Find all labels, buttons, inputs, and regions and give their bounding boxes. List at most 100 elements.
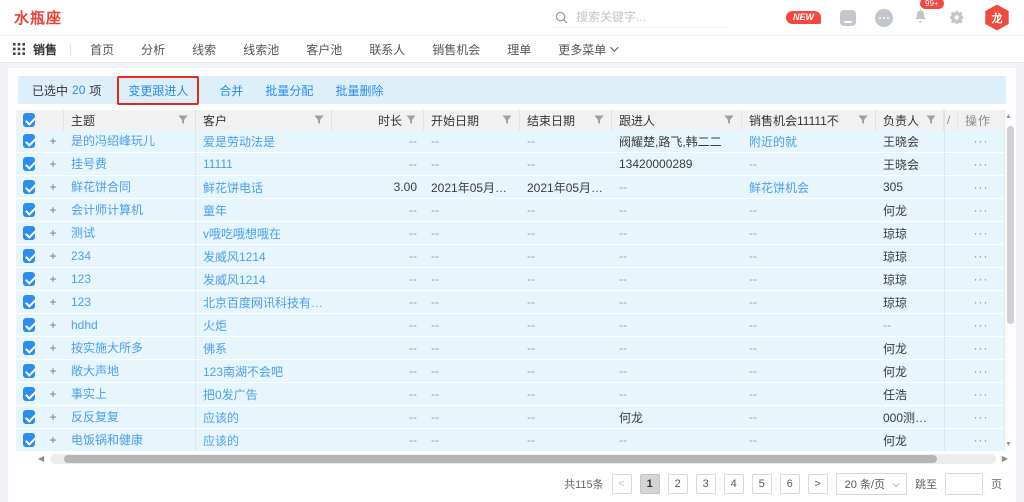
column-header-duration[interactable]: 时长 — [332, 110, 424, 130]
expand-row-button[interactable]: + — [42, 387, 64, 401]
row-checkbox[interactable] — [23, 203, 35, 217]
nav-item-analysis[interactable]: 分析 — [141, 41, 165, 58]
nav-item-more-menu[interactable]: 更多菜单 — [558, 41, 616, 58]
cell-customer-link[interactable]: 北京百度网讯科技有限公司 — [196, 294, 332, 311]
row-checkbox[interactable] — [23, 387, 35, 401]
row-checkbox[interactable] — [23, 295, 35, 309]
row-more-actions-button[interactable]: ··· — [958, 203, 1004, 217]
bulk-delete-button[interactable]: 批量删除 — [335, 82, 383, 99]
nav-item-customer-pool[interactable]: 客户池 — [306, 41, 342, 58]
cell-opportunity[interactable]: -- — [742, 295, 876, 309]
vertical-scroll-thumb[interactable] — [1007, 126, 1014, 324]
cell-subject-link[interactable]: 会计师计算机 — [64, 199, 196, 221]
nav-item-opportunities[interactable]: 销售机会 — [432, 41, 480, 58]
expand-row-button[interactable]: + — [42, 180, 64, 194]
notifications-button[interactable]: 99+ — [912, 7, 929, 29]
column-header-start-date[interactable]: 开始日期 — [424, 110, 520, 130]
cell-customer-link[interactable]: 应该的 — [196, 409, 332, 426]
cell-opportunity[interactable]: -- — [742, 364, 876, 378]
page-button-5[interactable]: 5 — [752, 474, 772, 494]
cell-customer-link[interactable]: 火炬 — [196, 317, 332, 334]
column-header-owner[interactable]: 负责人 — [876, 110, 944, 130]
nav-item-home[interactable]: 首页 — [90, 41, 114, 58]
row-checkbox[interactable] — [23, 272, 35, 286]
change-follower-button[interactable]: 变更跟进人 — [128, 84, 188, 98]
cell-opportunity[interactable]: -- — [742, 249, 876, 263]
row-more-actions-button[interactable]: ··· — [958, 341, 1004, 355]
cell-customer-link[interactable]: 发威风1214 — [196, 248, 332, 265]
global-search[interactable] — [553, 7, 728, 28]
row-more-actions-button[interactable]: ··· — [958, 433, 1004, 447]
column-header-customer[interactable]: 客户 — [196, 110, 332, 130]
row-more-actions-button[interactable]: ··· — [958, 157, 1004, 171]
row-checkbox[interactable] — [23, 364, 35, 378]
expand-row-button[interactable]: + — [42, 364, 64, 378]
expand-row-button[interactable]: + — [42, 249, 64, 263]
expand-row-button[interactable]: + — [42, 134, 64, 148]
cell-customer-link[interactable]: 发威风1214 — [196, 271, 332, 288]
row-checkbox[interactable] — [23, 410, 35, 424]
row-more-actions-button[interactable]: ··· — [958, 295, 1004, 309]
cell-subject-link[interactable]: 事实上 — [64, 383, 196, 405]
expand-row-button[interactable]: + — [42, 341, 64, 355]
horizontal-scrollbar[interactable]: ◀ ▶ — [50, 454, 996, 464]
row-more-actions-button[interactable]: ··· — [958, 364, 1004, 378]
row-more-actions-button[interactable]: ··· — [958, 318, 1004, 332]
row-checkbox[interactable] — [23, 433, 35, 447]
expand-row-button[interactable]: + — [42, 203, 64, 217]
expand-row-button[interactable]: + — [42, 157, 64, 171]
row-more-actions-button[interactable]: ··· — [958, 134, 1004, 148]
cell-opportunity[interactable]: -- — [742, 318, 876, 332]
scroll-up-icon[interactable]: ▲ — [1005, 112, 1008, 122]
notebook-icon[interactable] — [840, 10, 856, 26]
column-header-end-date[interactable]: 结束日期 — [520, 110, 612, 130]
filter-funnel-icon[interactable] — [178, 115, 188, 125]
cell-subject-link[interactable]: 是的冯绍峰玩儿 — [64, 130, 196, 152]
column-header-subject[interactable]: 主题 — [64, 110, 196, 130]
checkbox-checked-icon[interactable] — [23, 113, 35, 127]
page-button-4[interactable]: 4 — [724, 474, 744, 494]
cell-opportunity[interactable]: 附近的就 — [742, 133, 876, 150]
row-more-actions-button[interactable]: ··· — [958, 226, 1004, 240]
scroll-right-icon[interactable]: ▶ — [1002, 454, 1008, 464]
row-checkbox[interactable] — [23, 134, 35, 148]
messages-icon[interactable] — [875, 9, 893, 27]
page-button-3[interactable]: 3 — [696, 474, 716, 494]
cell-subject-link[interactable]: 敞大声地 — [64, 360, 196, 382]
filter-funnel-icon[interactable] — [502, 115, 512, 125]
row-checkbox[interactable] — [23, 226, 35, 240]
cell-opportunity[interactable]: -- — [742, 272, 876, 286]
cell-opportunity[interactable]: -- — [742, 203, 876, 217]
jump-page-input[interactable] — [945, 473, 983, 495]
cell-opportunity[interactable]: -- — [742, 433, 876, 447]
column-header-follower[interactable]: 跟进人 — [612, 110, 742, 130]
cell-customer-link[interactable]: 童年 — [196, 202, 332, 219]
bulk-assign-button[interactable]: 批量分配 — [265, 82, 313, 99]
new-badge[interactable]: NEW — [786, 11, 821, 24]
cell-subject-link[interactable]: 234 — [64, 245, 196, 267]
cell-customer-link[interactable]: 把0发广告 — [196, 386, 332, 403]
cell-subject-link[interactable]: 反反复复 — [64, 406, 196, 428]
row-checkbox[interactable] — [23, 157, 35, 171]
row-more-actions-button[interactable]: ··· — [958, 249, 1004, 263]
filter-funnel-icon[interactable] — [724, 115, 734, 125]
cell-subject-link[interactable]: 123 — [64, 291, 196, 313]
cell-subject-link[interactable]: hdhd — [64, 314, 196, 336]
cell-subject-link[interactable]: 测试 — [64, 222, 196, 244]
next-page-button[interactable]: > — [808, 474, 828, 494]
row-more-actions-button[interactable]: ··· — [958, 180, 1004, 194]
expand-row-button[interactable]: + — [42, 226, 64, 240]
cell-subject-link[interactable]: 电饭锅和健康 — [64, 429, 196, 451]
cell-customer-link[interactable]: v哦吃哦想哦在 — [196, 225, 332, 242]
filter-funnel-icon[interactable] — [406, 115, 416, 125]
filter-funnel-icon[interactable] — [594, 115, 604, 125]
page-button-6[interactable]: 6 — [780, 474, 800, 494]
page-button-1[interactable]: 1 — [640, 474, 660, 494]
cell-customer-link[interactable]: 123南湖不会吧 — [196, 363, 332, 380]
avatar[interactable]: 龙 — [984, 5, 1010, 31]
scroll-left-icon[interactable]: ◀ — [38, 454, 44, 464]
horizontal-scroll-thumb[interactable] — [64, 455, 937, 463]
settings-gear-icon[interactable] — [948, 9, 965, 26]
nav-item-leads[interactable]: 线索 — [192, 41, 216, 58]
expand-row-button[interactable]: + — [42, 295, 64, 309]
